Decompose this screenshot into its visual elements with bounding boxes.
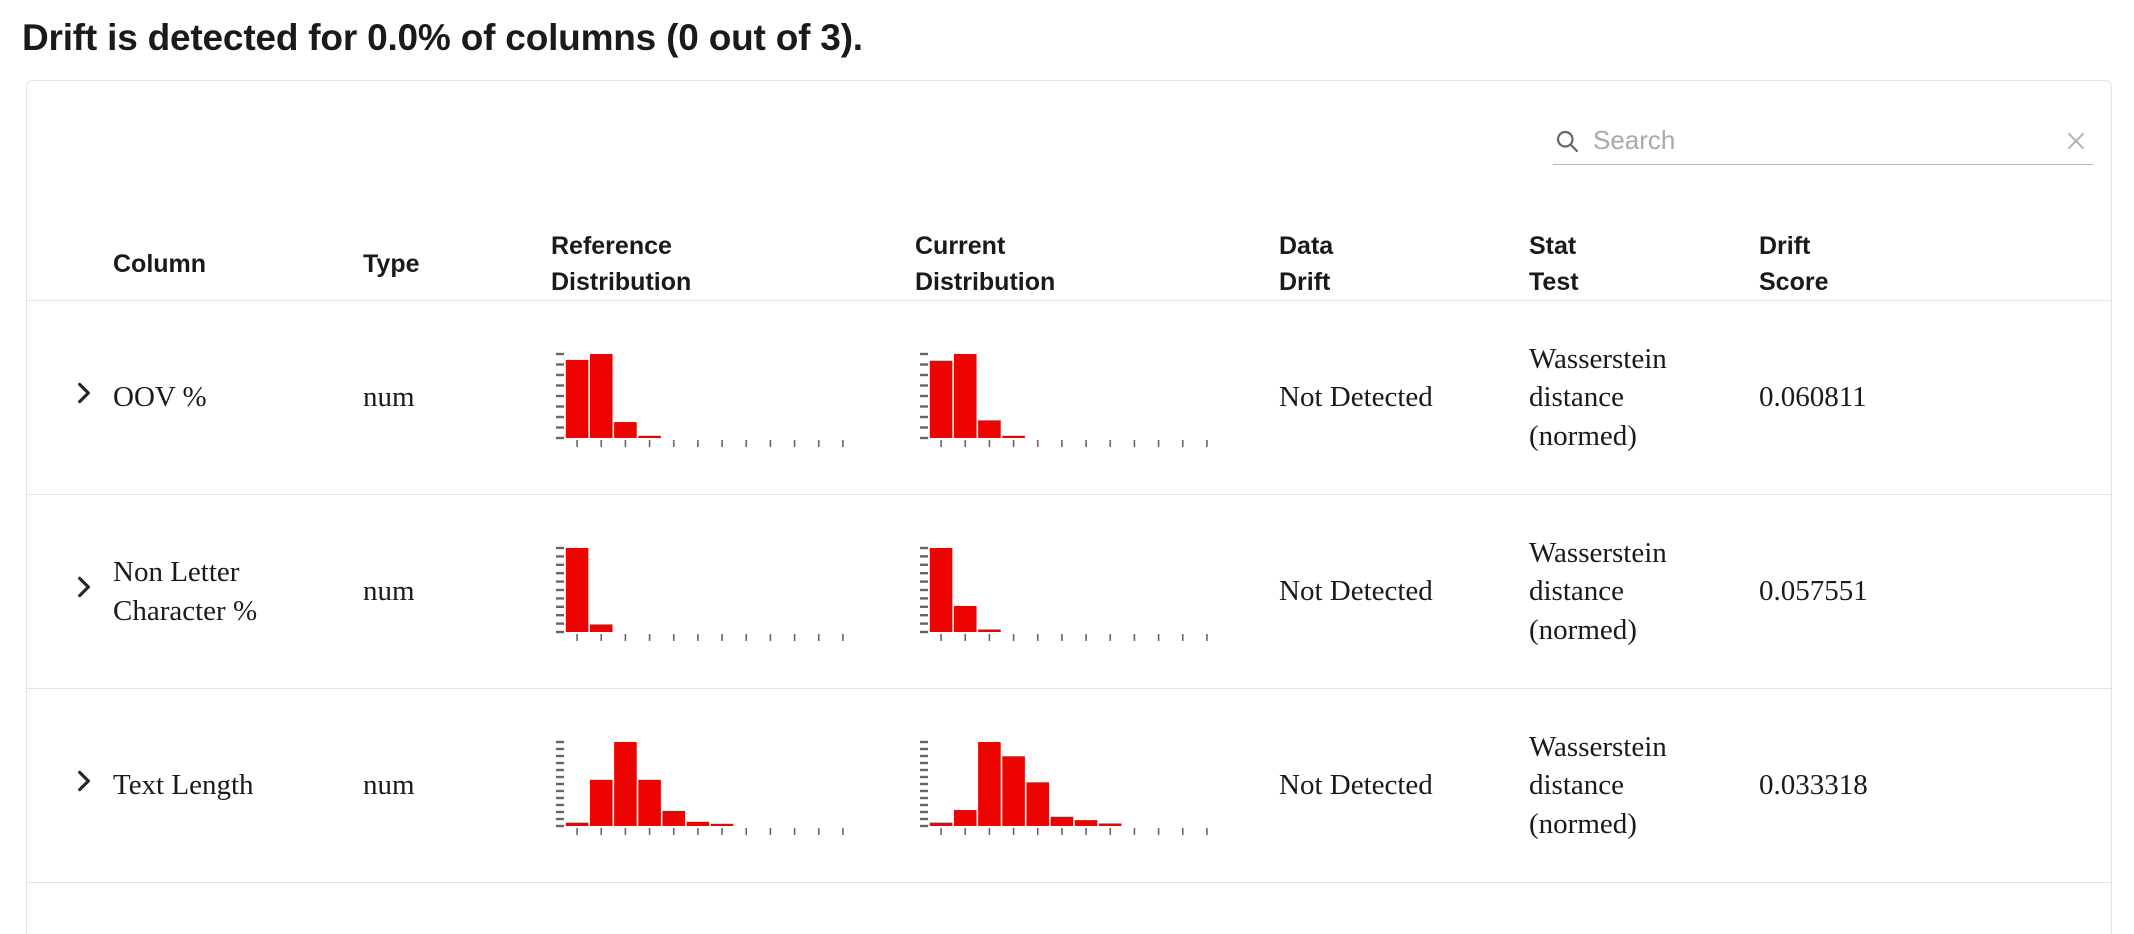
- cell-type: num: [363, 769, 415, 802]
- header-line-2: Score: [1759, 267, 1829, 296]
- expand-row-button[interactable]: [27, 689, 113, 883]
- header-line-2: Test: [1529, 267, 1579, 296]
- cell-data-drift: Not Detected: [1279, 769, 1433, 802]
- table-header-expand: [27, 229, 113, 301]
- header-line-2: Distribution: [551, 267, 692, 296]
- chevron-right-icon[interactable]: [71, 766, 97, 792]
- table-header-column: Column: [113, 229, 363, 301]
- cell-drift-score: 0.057551: [1759, 575, 1868, 608]
- cell-drift-score: 0.060811: [1759, 381, 1867, 414]
- expand-row-button[interactable]: [27, 495, 113, 689]
- cell-reference-distribution: [551, 689, 915, 883]
- drift-report-page: Drift is detected for 0.0% of columns (0…: [0, 0, 2134, 934]
- header-line-1: Type: [363, 249, 420, 278]
- table-header-current-distribution: Current Distribution: [915, 229, 1279, 301]
- page-title: Drift is detected for 0.0% of columns (0…: [22, 17, 863, 58]
- table-header-stat-test: Stat Test: [1529, 229, 1759, 301]
- cell-current-distribution: [915, 301, 1279, 495]
- header-line-1: Reference: [551, 232, 672, 260]
- reference-distribution-sparkline: [556, 546, 844, 641]
- search-box[interactable]: [1553, 117, 2093, 173]
- cell-current-distribution: [915, 495, 1279, 689]
- search-input[interactable]: [1587, 125, 2059, 156]
- header-line-2: Drift: [1279, 267, 1331, 296]
- drift-table: Column Type Reference Distribution Curre…: [27, 229, 2111, 883]
- cell-reference-distribution: [551, 301, 915, 495]
- table-header-type: Type: [363, 229, 551, 301]
- table-row[interactable]: Text Length num Not Detected Wasserstein…: [27, 689, 2111, 883]
- table-header-data-drift: Data Drift: [1279, 229, 1529, 301]
- header-line-1: Current: [915, 232, 1006, 260]
- cell-data-drift: Not Detected: [1279, 381, 1433, 414]
- cell-reference-distribution: [551, 495, 915, 689]
- header-line-1: Data: [1279, 232, 1334, 260]
- expand-row-button[interactable]: [27, 301, 113, 495]
- cell-type: num: [363, 381, 415, 414]
- table-row[interactable]: OOV % num Not Detected Wasserstein dista…: [27, 301, 2111, 495]
- header-line-1: Column: [113, 249, 207, 278]
- search-icon: [1553, 127, 1587, 155]
- current-distribution-sparkline: [920, 546, 1208, 641]
- cell-drift-score: 0.033318: [1759, 769, 1868, 802]
- cell-column: Non Letter Character %: [113, 555, 258, 627]
- current-distribution-sparkline: [920, 352, 1208, 447]
- close-icon[interactable]: [2059, 124, 2093, 158]
- cell-stat-test: Wasserstein distance (normed): [1529, 536, 1667, 646]
- table-header-reference-distribution: Reference Distribution: [551, 229, 915, 301]
- reference-distribution-sparkline: [556, 352, 844, 447]
- cell-column: Text Length: [113, 769, 254, 802]
- cell-column: OOV %: [113, 381, 207, 414]
- table-header: Column Type Reference Distribution Curre…: [27, 229, 2111, 301]
- cell-data-drift: Not Detected: [1279, 575, 1433, 608]
- cell-type: num: [363, 575, 415, 608]
- cell-stat-test: Wasserstein distance (normed): [1529, 730, 1667, 840]
- drift-table-card: Column Type Reference Distribution Curre…: [26, 80, 2112, 934]
- reference-distribution-sparkline: [556, 740, 844, 835]
- table-header-drift-score: Drift Score: [1759, 229, 2111, 301]
- header-line-1: Stat: [1529, 232, 1577, 260]
- header-line-1: Drift: [1759, 232, 1811, 260]
- table-body: OOV % num Not Detected Wasserstein dista…: [27, 301, 2111, 883]
- table-row[interactable]: Non Letter Character % num Not Detected …: [27, 495, 2111, 689]
- current-distribution-sparkline: [920, 740, 1208, 835]
- cell-stat-test: Wasserstein distance (normed): [1529, 342, 1667, 452]
- chevron-right-icon[interactable]: [71, 572, 97, 598]
- chevron-right-icon[interactable]: [71, 378, 97, 404]
- cell-current-distribution: [915, 689, 1279, 883]
- header-line-2: Distribution: [915, 267, 1056, 296]
